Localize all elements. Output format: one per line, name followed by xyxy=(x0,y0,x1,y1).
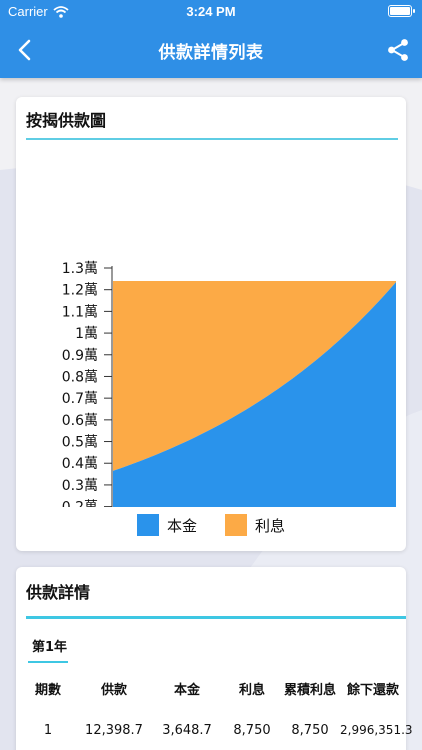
y-tick-label: 1.1萬 xyxy=(62,304,98,320)
chart-card-title: 按揭供款圖 xyxy=(26,111,107,130)
y-tick-label: 0.3萬 xyxy=(62,478,98,494)
cell-principal: 3,648.7 xyxy=(162,723,212,738)
payment-detail-card: 供款詳情 第1年 期數 供款 本金 利息 累積利息 餘下還款 1 12,398.… xyxy=(16,567,413,750)
tab-year-1-indicator xyxy=(28,661,68,663)
legend-item-principal[interactable]: 本金 xyxy=(136,514,197,536)
y-tick-label: 0.2萬 xyxy=(62,500,98,507)
cell-remaining-balance: 2,996,351.3 xyxy=(340,723,413,737)
chart-legend: 本金 利息 xyxy=(16,514,406,536)
legend-swatch-interest xyxy=(225,514,247,536)
y-axis-ticks: 00.1萬0.2萬0.3萬0.4萬0.5萬0.6萬0.7萬0.8萬0.9萬1萬1… xyxy=(62,261,112,507)
column-header-principal: 本金 xyxy=(173,683,200,698)
page-title: 供款詳情列表 xyxy=(158,43,264,63)
legend-swatch-principal xyxy=(136,514,159,536)
status-bar: Carrier 3:24 PM xyxy=(0,0,422,24)
y-tick-label: 1萬 xyxy=(75,326,98,342)
legend-label-interest: 利息 xyxy=(255,516,286,535)
column-header-cumulative-interest: 累積利息 xyxy=(283,683,336,698)
detail-card-divider xyxy=(26,616,406,619)
column-header-payment: 供款 xyxy=(100,683,127,698)
chart-card-divider xyxy=(26,138,398,140)
y-tick-label: 0.7萬 xyxy=(62,391,98,407)
y-tick-label: 0.4萬 xyxy=(62,456,98,472)
battery-icon xyxy=(388,5,415,17)
payment-area-chart: 00.1萬0.2萬0.3萬0.4萬0.5萬0.6萬0.7萬0.8萬0.9萬1萬1… xyxy=(62,261,396,507)
detail-card-title: 供款詳情 xyxy=(26,583,91,602)
cell-payment: 12,398.7 xyxy=(85,723,143,738)
cell-cumulative-interest: 8,750 xyxy=(291,723,329,738)
y-tick-label: 1.3萬 xyxy=(62,261,98,277)
cell-interest: 8,750 xyxy=(233,723,271,738)
y-tick-label: 0.8萬 xyxy=(62,369,98,385)
share-icon xyxy=(388,39,408,61)
status-time: 3:24 PM xyxy=(186,4,236,19)
column-header-remaining-balance: 餘下還款 xyxy=(346,683,399,698)
legend-item-interest[interactable]: 利息 xyxy=(225,514,285,536)
payment-chart-card: 按揭供款圖 00.1萬0.2萬0.3萬0.4萬0.5萬0.6萬0.7萬0.8萬0… xyxy=(16,97,406,551)
y-tick-label: 1.2萬 xyxy=(62,283,98,299)
y-tick-label: 0.9萬 xyxy=(62,348,98,364)
cell-period: 1 xyxy=(43,723,53,738)
legend-label-principal: 本金 xyxy=(166,516,197,535)
tab-year-1[interactable]: 第1年 xyxy=(32,636,67,655)
share-button[interactable] xyxy=(384,36,412,64)
column-header-interest: 利息 xyxy=(238,683,265,698)
y-tick-label: 0.5萬 xyxy=(62,435,98,451)
navigation-bar: Carrier 3:24 PM 供款詳情列表 xyxy=(0,0,422,78)
y-tick-label: 0.6萬 xyxy=(62,413,98,429)
column-header-period: 期數 xyxy=(34,683,61,698)
